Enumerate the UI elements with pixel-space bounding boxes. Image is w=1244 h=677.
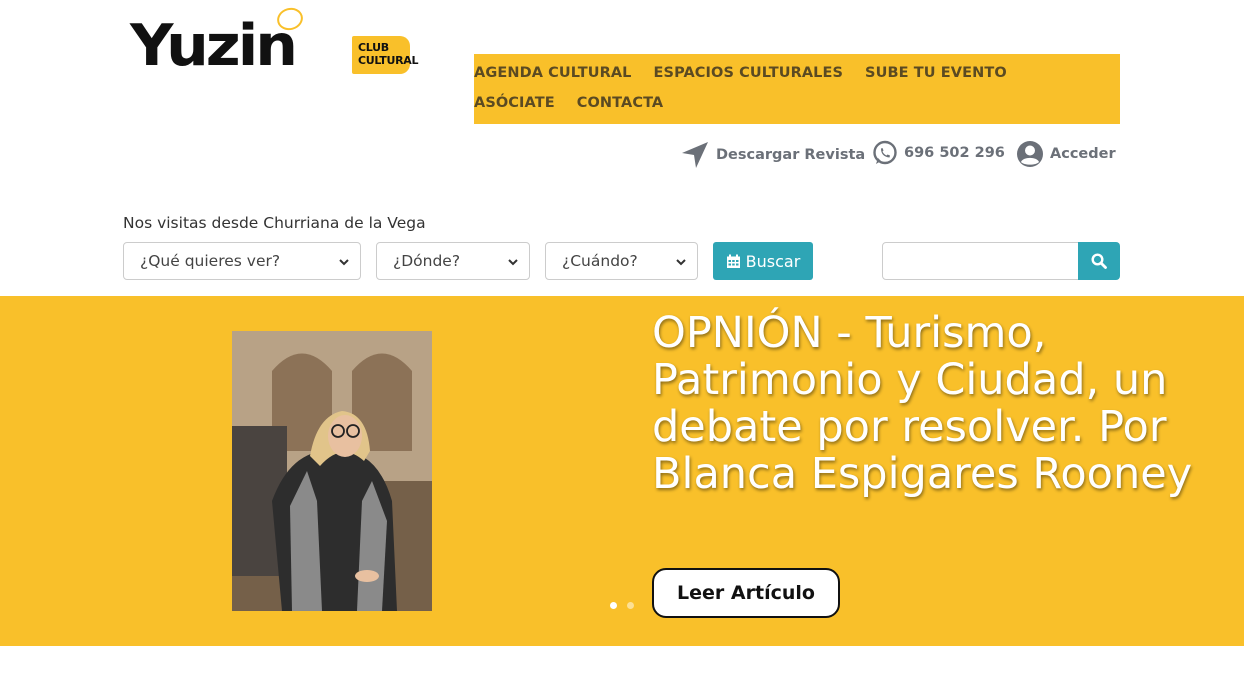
when-select-value: ¿Cuándo? (562, 252, 638, 270)
what-select[interactable]: ¿Qué quieres ver? (123, 242, 361, 280)
logo-badge-line2: CULTURAL (358, 54, 419, 67)
hero-article-photo[interactable] (232, 331, 432, 611)
nav-item-espacios-culturales[interactable]: ESPACIOS CULTURALES (654, 64, 844, 82)
chevron-down-icon (508, 259, 518, 266)
calendar-icon (726, 254, 740, 268)
user-circle-icon (1017, 141, 1043, 167)
download-magazine-link[interactable]: Descargar Revista (680, 140, 865, 170)
logo-wordmark: Yuzin (130, 12, 298, 80)
where-select[interactable]: ¿Dónde? (376, 242, 530, 280)
what-select-value: ¿Qué quieres ver? (140, 252, 281, 270)
search-events-button[interactable]: Buscar (713, 242, 813, 280)
search-icon (1091, 253, 1107, 269)
visitor-location-text: Nos visitas desde Churriana de la Vega (123, 214, 426, 232)
nav-item-sube-tu-evento[interactable]: SUBE TU EVENTO (865, 64, 1007, 82)
nav-item-asociate[interactable]: ASÓCIATE (474, 94, 555, 112)
location-arrow-icon (682, 142, 708, 168)
utility-bar: Descargar Revista 696 502 296 Acceder (0, 140, 1244, 180)
slider-pagination (610, 602, 644, 609)
main-navigation: AGENDA CULTURAL ESPACIOS CULTURALES SUBE… (474, 54, 1120, 124)
login-link[interactable]: Acceder (1016, 140, 1116, 168)
nav-item-agenda-cultural[interactable]: AGENDA CULTURAL (474, 64, 632, 82)
site-logo[interactable]: Yuzin CLUB CULTURAL (130, 5, 419, 80)
logo-badge-line1: CLUB (358, 41, 389, 54)
site-search-input[interactable] (882, 242, 1079, 280)
whatsapp-icon (873, 140, 897, 165)
site-search-button[interactable] (1078, 242, 1120, 280)
read-article-button[interactable]: Leer Artículo (652, 568, 840, 618)
nav-item-contacta[interactable]: CONTACTA (577, 94, 664, 112)
where-select-value: ¿Dónde? (393, 252, 461, 270)
hero-slider: OPNIÓN - Turismo, Patrimonio y Ciudad, u… (0, 296, 1244, 646)
hero-title[interactable]: OPNIÓN - Turismo, Patrimonio y Ciudad, u… (652, 310, 1212, 498)
logo-badge: CLUB CULTURAL (352, 36, 419, 74)
download-magazine-label: Descargar Revista (716, 147, 866, 163)
when-select[interactable]: ¿Cuándo? (545, 242, 698, 280)
chevron-down-icon (339, 259, 349, 266)
slider-dot-1[interactable] (610, 602, 617, 609)
slider-dot-2[interactable] (627, 602, 634, 609)
whatsapp-phone-link[interactable]: 696 502 296 (872, 140, 1005, 166)
search-events-label: Buscar (745, 251, 801, 271)
chevron-down-icon (676, 259, 686, 266)
login-label: Acceder (1050, 146, 1116, 162)
phone-number: 696 502 296 (904, 145, 1005, 161)
